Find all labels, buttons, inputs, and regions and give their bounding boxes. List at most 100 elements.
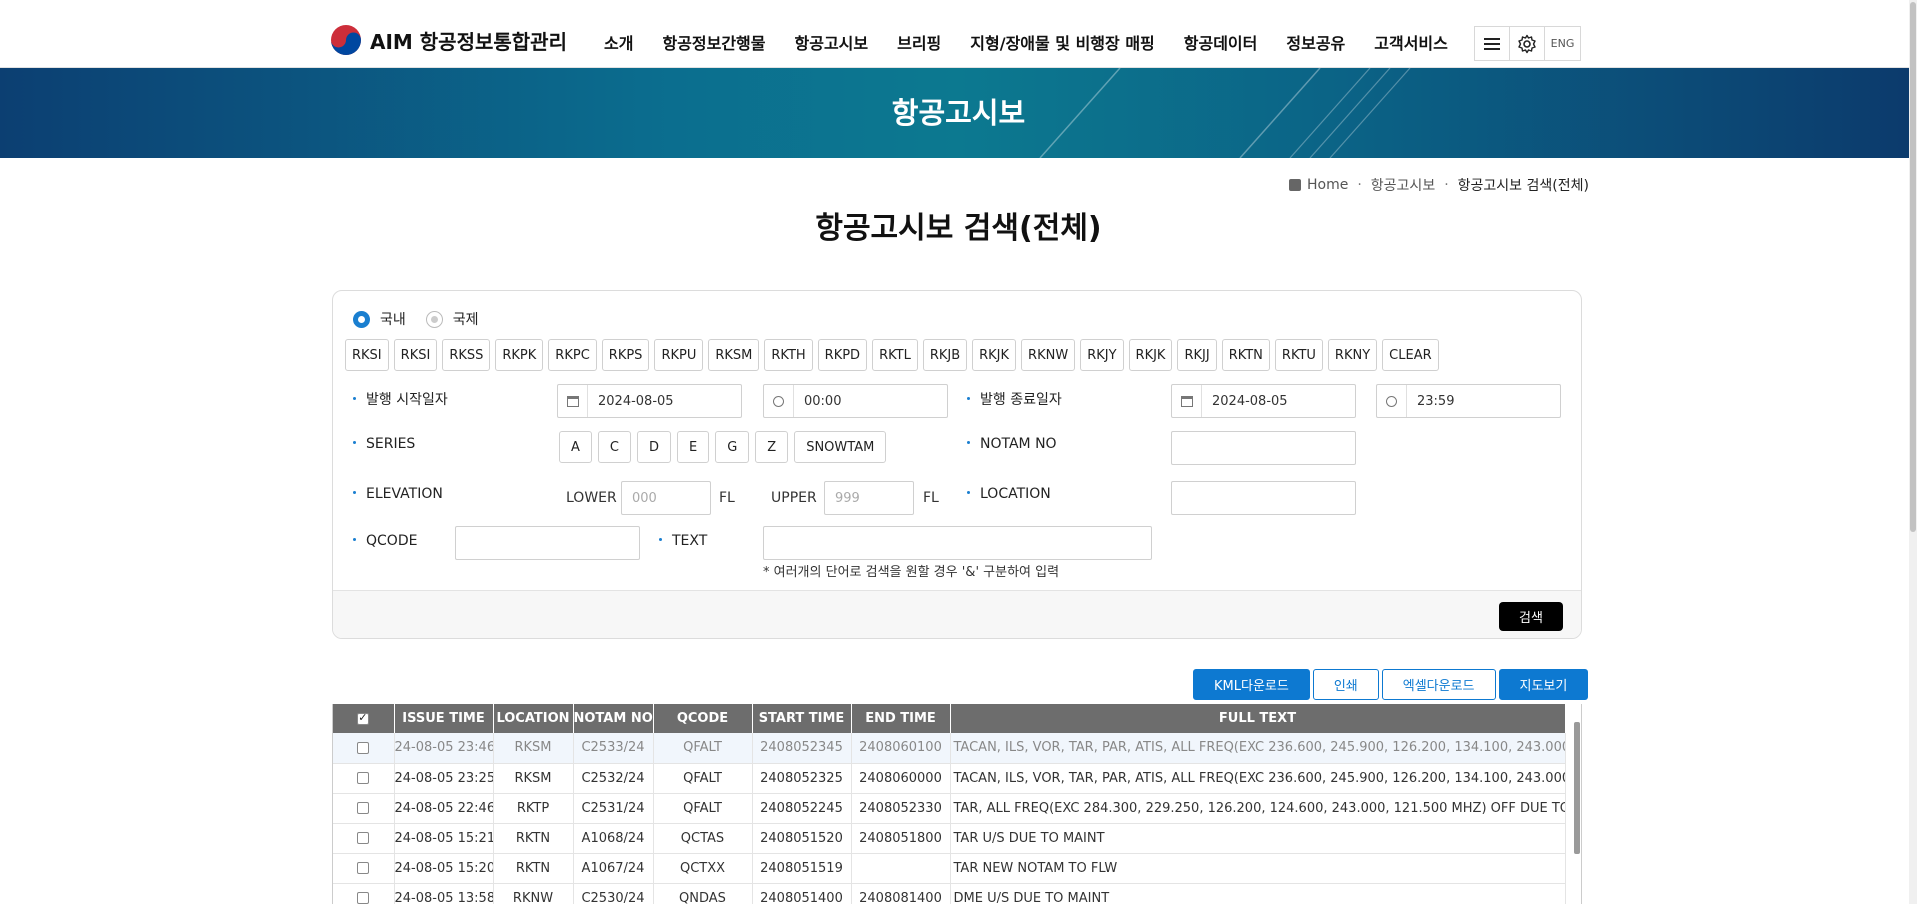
row-checkbox[interactable] [357,741,370,754]
table-scrollbar[interactable] [1574,722,1580,854]
page-scrollbar-thumb[interactable] [1910,2,1916,532]
clear-button[interactable]: CLEAR [1382,339,1439,371]
end-time-field[interactable]: 23:59 [1376,384,1561,418]
location-input[interactable] [1171,481,1356,515]
scope-radio-international[interactable] [425,310,443,328]
table-row[interactable]: 24-08-05 22:46 RKTP C2531/24 QFALT 24080… [333,793,1566,824]
notam-no-input[interactable] [1171,431,1356,465]
map-view-button[interactable]: 지도보기 [1498,669,1589,700]
airport-chip[interactable]: RKJK [972,339,1017,371]
series-chip-row: A C D E G Z SNOWTAM [559,431,892,463]
column-header[interactable]: ISSUE TIME [394,704,494,733]
site-logo[interactable]: AIM 항공정보통합관리 [330,24,567,56]
taegeuk-logo-icon [331,25,361,55]
upper-input[interactable]: 999 [824,481,914,515]
nav-item-data[interactable]: 항공데이터 [1184,30,1258,54]
cell-full-text: TAR, ALL FREQ(EXC 284.300, 229.250, 126.… [950,793,1566,824]
column-header[interactable]: FULL TEXT [950,704,1566,733]
main-nav: 소개 항공정보간행물 항공고시보 브리핑 지형/장애물 및 비행장 매핑 항공데… [604,30,1477,54]
nav-item-notam[interactable]: 항공고시보 [795,30,869,54]
text-label-text: TEXT [672,533,708,549]
airport-chip[interactable]: RKJK [1128,339,1173,371]
series-chip[interactable]: G [715,431,750,463]
table-row[interactable]: 24-08-05 15:20 RKTN A1067/24 QCTXX 24080… [333,853,1566,884]
airport-chip[interactable]: RKPU [654,339,704,371]
row-checkbox[interactable] [357,832,370,844]
menu-button[interactable] [1475,27,1510,60]
airport-chip[interactable]: RKSI [345,339,389,371]
utility-buttons: ENG [1474,26,1581,61]
airport-chip[interactable]: RKSS [442,339,491,371]
series-chip[interactable]: C [597,431,631,463]
table-row[interactable]: 24-08-05 15:21 RKTN A1068/24 QCTAS 24080… [333,823,1566,854]
row-checkbox[interactable] [357,772,370,784]
airport-chip[interactable]: RKPD [817,339,868,371]
column-header[interactable]: QCODE [653,704,753,733]
cell-start-time: 2408052345 [752,733,852,764]
column-header[interactable]: END TIME [851,704,951,733]
start-date-value: 2024-08-05 [598,393,674,409]
series-chip[interactable]: SNOWTAM [794,431,887,463]
column-header[interactable]: START TIME [752,704,852,733]
text-input[interactable] [763,526,1152,560]
row-checkbox[interactable] [357,892,370,904]
print-button[interactable]: 인쇄 [1312,669,1379,700]
nav-item-aip[interactable]: 항공정보간행물 [662,30,765,54]
scope-radio-domestic[interactable] [353,310,370,328]
cell-full-text: TACAN, ILS, VOR, TAR, PAR, ATIS, ALL FRE… [950,763,1566,794]
breadcrumb-parent[interactable]: 항공고시보 [1371,175,1435,195]
cell-issue-time: 24-08-05 13:58 [394,883,494,904]
airport-chip[interactable]: RKPC [548,339,597,371]
page-scrollbar[interactable] [1909,0,1917,904]
end-date-field[interactable]: 2024-08-05 [1171,384,1356,418]
search-panel: 국내 국제 RKSI RKSI RKSS RKPK RKPC RKPS RKPU… [332,290,1582,639]
airport-chip[interactable]: RKNW [1021,339,1076,371]
search-button[interactable]: 검색 [1499,602,1563,631]
row-checkbox[interactable] [357,802,370,814]
qcode-input[interactable] [455,526,640,560]
nav-item-service[interactable]: 고객서비스 [1374,30,1448,54]
location-label: LOCATION [967,486,1051,502]
airport-chip[interactable]: RKJB [922,339,968,371]
cell-end-time: 2408060000 [851,763,951,794]
series-chip[interactable]: D [636,431,671,463]
airport-chip[interactable]: RKTN [1221,339,1270,371]
settings-button[interactable] [1510,27,1545,60]
language-toggle[interactable]: ENG [1545,27,1580,60]
table-row[interactable]: 24-08-05 13:58 RKNW C2530/24 QNDAS 24080… [333,883,1566,904]
airport-chip[interactable]: RKNY [1327,339,1378,371]
nav-item-briefing[interactable]: 브리핑 [897,30,941,54]
column-header[interactable]: LOCATION [493,704,574,733]
nav-item-share[interactable]: 정보공유 [1286,30,1345,54]
lower-input[interactable]: 000 [621,481,711,515]
excel-download-button[interactable]: 엑셀다운로드 [1381,669,1496,700]
column-header[interactable]: NOTAM NO [573,704,654,733]
kml-download-button[interactable]: KML다운로드 [1193,669,1310,700]
series-chip[interactable]: A [559,431,592,463]
nav-item-terrain[interactable]: 지형/장애물 및 비행장 매핑 [970,30,1154,54]
select-all-checkbox[interactable] [357,711,370,725]
airport-chip[interactable]: RKTL [872,339,918,371]
table-row[interactable]: 24-08-05 23:25 RKSM C2532/24 QFALT 24080… [333,763,1566,794]
airport-chip[interactable]: RKJJ [1177,339,1217,371]
start-date-label: 발행 시작일자 [353,389,448,409]
airport-chip[interactable]: RKPS [601,339,650,371]
start-time-field[interactable]: 00:00 [763,384,948,418]
series-chip[interactable]: E [677,431,710,463]
airport-chip[interactable]: RKPK [495,339,544,371]
cell-qcode: QCTAS [653,823,753,854]
airport-chip[interactable]: RKSM [708,339,760,371]
cell-start-time: 2408051400 [752,883,852,904]
start-time-value: 00:00 [804,393,842,409]
table-row[interactable]: 24-08-05 23:46 RKSM C2533/24 QFALT 24080… [333,733,1566,764]
start-date-field[interactable]: 2024-08-05 [557,384,742,418]
breadcrumb-home[interactable]: Home [1307,177,1348,193]
airport-chip[interactable]: RKJY [1080,339,1124,371]
airport-chip[interactable]: RKTU [1274,339,1323,371]
row-checkbox[interactable] [357,862,370,874]
airport-chip[interactable]: RKSI [393,339,438,371]
series-chip[interactable]: Z [755,431,789,463]
nav-item-intro[interactable]: 소개 [604,30,633,54]
end-time-value: 23:59 [1417,393,1455,409]
airport-chip[interactable]: RKTH [764,339,813,371]
